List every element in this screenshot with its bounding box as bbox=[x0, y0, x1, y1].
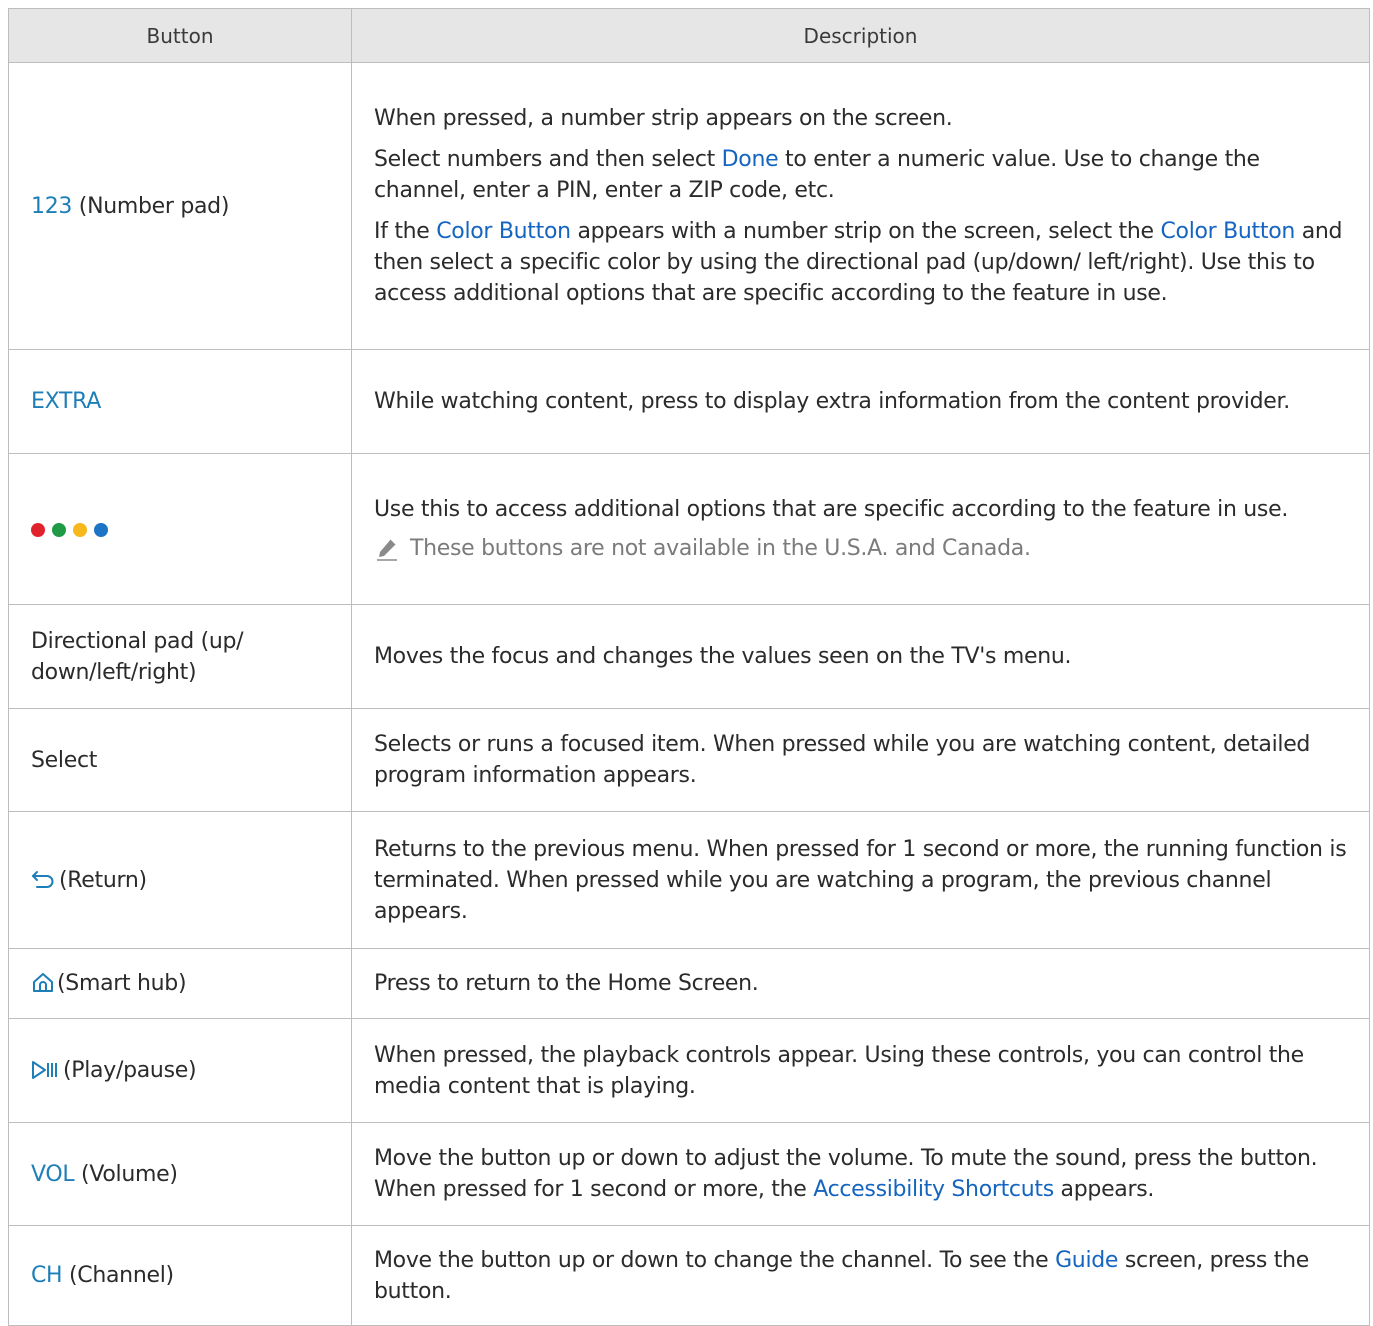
table-row: Use this to access additional options th… bbox=[8, 453, 1370, 605]
description-cell-smart-hub: Press to return to the Home Screen. bbox=[351, 948, 1370, 1019]
number-pad-desc-3: If the Color Button appears with a numbe… bbox=[374, 216, 1347, 309]
remote-button-table: Button Description 123 (Number pad) When… bbox=[8, 8, 1370, 1326]
smart-hub-label: (Smart hub) bbox=[57, 971, 187, 996]
table-row: Directional pad (up/ down/left/right) Mo… bbox=[8, 604, 1370, 709]
blue-dot-icon bbox=[94, 522, 108, 537]
number-pad-desc-1: When pressed, a number strip appears on … bbox=[374, 106, 953, 131]
table-row: (Return) Returns to the previous menu. W… bbox=[8, 811, 1370, 949]
button-cell-select: Select bbox=[8, 708, 352, 812]
table-row: (Play/pause) When pressed, the playback … bbox=[8, 1018, 1370, 1123]
number-pad-desc-2: Select numbers and then select Done to e… bbox=[374, 144, 1347, 206]
button-cell-play-pause: (Play/pause) bbox=[8, 1018, 352, 1123]
text: Move the button up or down to change the… bbox=[374, 1247, 1056, 1273]
button-cell-channel: CH (Channel) bbox=[8, 1225, 352, 1326]
table-row: Select Selects or runs a focused item. W… bbox=[8, 708, 1370, 812]
color-button-link: Color Button bbox=[436, 219, 571, 244]
done-link: Done bbox=[721, 147, 779, 172]
button-cell-smart-hub: (Smart hub) bbox=[8, 948, 352, 1019]
description-cell-play-pause: When pressed, the playback controls appe… bbox=[351, 1018, 1370, 1123]
yellow-dot-icon bbox=[73, 522, 87, 537]
note: These buttons are not available in the U… bbox=[374, 533, 1347, 564]
description-cell-channel: Move the button up or down to change the… bbox=[351, 1225, 1370, 1326]
number-pad-key: 123 bbox=[31, 193, 73, 219]
play-pause-label: (Play/pause) bbox=[63, 1058, 197, 1083]
volume-label: (Volume) bbox=[74, 1161, 178, 1187]
color-button-link: Color Button bbox=[1160, 219, 1295, 244]
green-dot-icon bbox=[52, 522, 66, 537]
extra-key: EXTRA bbox=[31, 389, 101, 414]
header-button: Button bbox=[8, 8, 352, 63]
table-row: CH (Channel) Move the button up or down … bbox=[8, 1225, 1370, 1326]
description-cell-color-buttons: Use this to access additional options th… bbox=[351, 453, 1370, 605]
button-cell-number-pad: 123 (Number pad) bbox=[8, 62, 352, 350]
description-cell-extra: While watching content, press to display… bbox=[351, 349, 1370, 454]
home-icon bbox=[33, 973, 53, 992]
button-cell-extra: EXTRA bbox=[8, 349, 352, 454]
button-cell-volume: VOL (Volume) bbox=[8, 1122, 352, 1226]
color-buttons-desc: Use this to access additional options th… bbox=[374, 497, 1289, 522]
text: appears. bbox=[1053, 1177, 1155, 1202]
button-cell-return: (Return) bbox=[8, 811, 352, 949]
channel-label: (Channel) bbox=[62, 1263, 174, 1288]
volume-key: VOL bbox=[31, 1161, 75, 1187]
description-cell-select: Selects or runs a focused item. When pre… bbox=[351, 708, 1370, 812]
text: Select numbers and then select bbox=[374, 147, 722, 172]
channel-key: CH bbox=[31, 1263, 63, 1288]
table-row: EXTRA While watching content, press to d… bbox=[8, 349, 1370, 454]
colored-dots-icon bbox=[31, 517, 115, 542]
description-cell-directional-pad: Moves the focus and changes the values s… bbox=[351, 604, 1370, 709]
button-cell-directional-pad: Directional pad (up/ down/left/right) bbox=[8, 604, 352, 709]
return-label: (Return) bbox=[59, 867, 147, 893]
note-text: These buttons are not available in the U… bbox=[410, 536, 1031, 561]
guide-link: Guide bbox=[1055, 1247, 1119, 1273]
table-row: 123 (Number pad) When pressed, a number … bbox=[8, 62, 1370, 350]
number-pad-label: (Number pad) bbox=[72, 193, 230, 219]
button-cell-color-buttons bbox=[8, 453, 352, 605]
accessibility-shortcuts-link: Accessibility Shortcuts bbox=[813, 1177, 1054, 1202]
table-header-row: Button Description bbox=[8, 8, 1370, 63]
description-cell-volume: Move the button up or down to adjust the… bbox=[351, 1122, 1370, 1226]
table-row: (Smart hub) Press to return to the Home … bbox=[8, 948, 1370, 1019]
play-pause-icon bbox=[32, 1061, 57, 1079]
pencil-note-icon bbox=[377, 537, 397, 561]
text: If the bbox=[374, 219, 437, 244]
red-dot-icon bbox=[31, 522, 45, 537]
return-arrow-icon bbox=[32, 870, 54, 888]
description-cell-number-pad: When pressed, a number strip appears on … bbox=[351, 62, 1370, 350]
table-row: VOL (Volume) Move the button up or down … bbox=[8, 1122, 1370, 1226]
header-description: Description bbox=[351, 8, 1370, 63]
description-cell-return: Returns to the previous menu. When press… bbox=[351, 811, 1370, 949]
text: appears with a number strip on the scree… bbox=[570, 219, 1161, 244]
